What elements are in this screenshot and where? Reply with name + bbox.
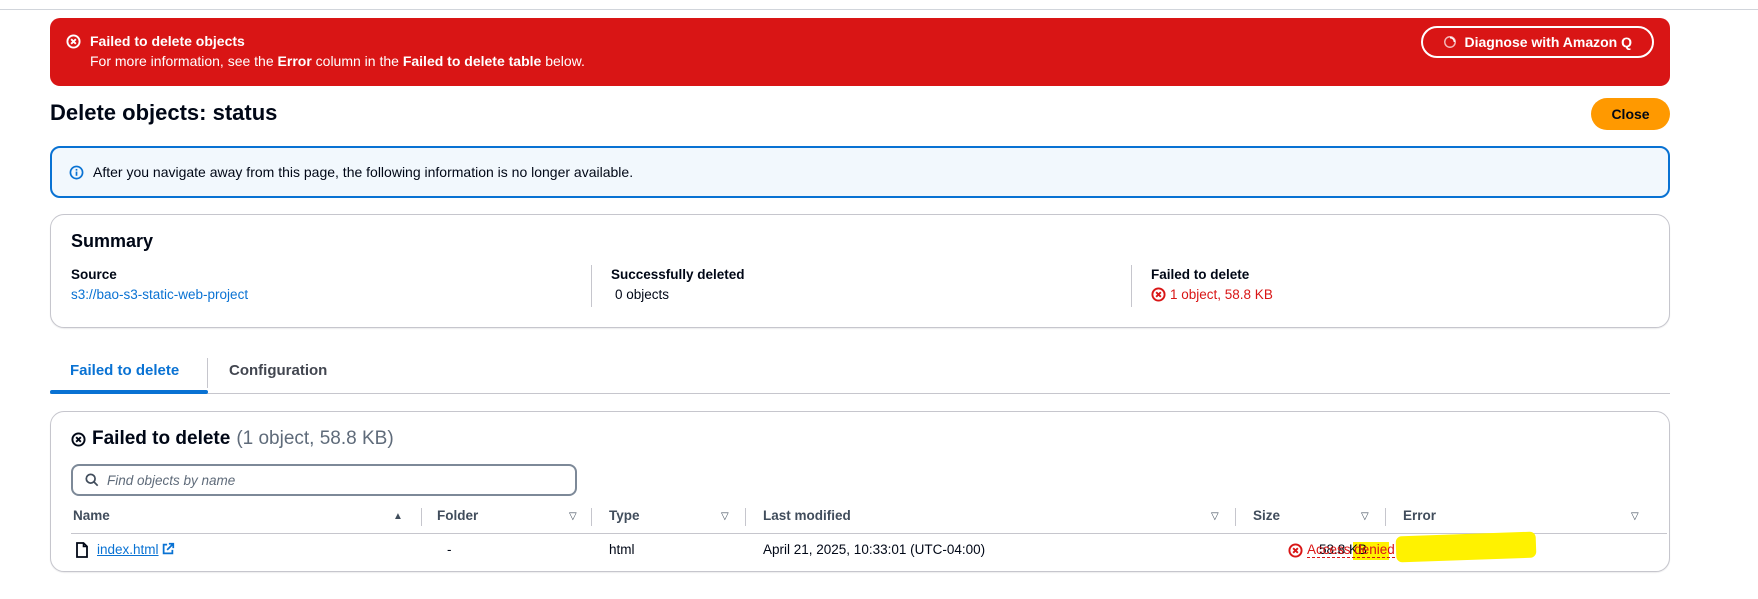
success-label: Successfully deleted [611, 267, 745, 282]
source-link[interactable]: s3://bao-s3-static-web-project [71, 287, 248, 302]
flash-message: For more information, see the Error colu… [90, 53, 585, 69]
error-circle-icon [71, 431, 86, 447]
sort-icon[interactable]: ▽ [1211, 511, 1219, 522]
object-name: index.html [97, 542, 159, 557]
column-resizer[interactable] [1235, 508, 1236, 526]
error-circle-icon [66, 34, 81, 49]
column-header-error[interactable]: Error [1403, 508, 1436, 523]
tab-failed-to-delete[interactable]: Failed to delete [70, 362, 179, 379]
search-icon [85, 473, 99, 487]
flash-message-suffix: below. [541, 53, 585, 69]
sort-icon[interactable]: ▽ [1631, 511, 1639, 522]
success-value: 0 objects [615, 287, 670, 302]
external-link-icon [162, 542, 174, 555]
sort-icon[interactable]: ▽ [1361, 511, 1369, 522]
failed-value: 1 object, 58.8 KB [1151, 287, 1273, 302]
info-alert: After you navigate away from this page, … [50, 146, 1670, 198]
search-input[interactable] [107, 472, 547, 488]
cell-folder: - [447, 542, 452, 557]
failed-value-text: 1 object, 58.8 KB [1170, 287, 1273, 302]
cell-error[interactable]: Access denied [1288, 542, 1395, 558]
file-icon [76, 542, 88, 558]
flash-message-mid: column in the [311, 53, 403, 69]
object-name-link[interactable]: index.html [97, 542, 175, 557]
error-text: Access denied [1307, 542, 1395, 558]
error-circle-icon [1288, 542, 1303, 558]
summary-container: Summary Source s3://bao-s3-static-web-pr… [50, 214, 1670, 328]
column-header-name[interactable]: Name [73, 508, 110, 523]
source-label: Source [71, 267, 117, 282]
cell-last-modified: April 21, 2025, 10:33:01 (UTC-04:00) [763, 542, 986, 557]
search-field[interactable] [71, 464, 577, 496]
cell-type: html [609, 542, 635, 557]
diagnose-label: Diagnose with Amazon Q [1464, 34, 1633, 50]
amazon-q-icon [1443, 36, 1456, 48]
column-header-folder[interactable]: Folder [437, 508, 478, 523]
column-header-size[interactable]: Size [1253, 508, 1280, 523]
diagnose-with-amazon-q-button[interactable]: Diagnose with Amazon Q [1420, 26, 1654, 58]
sort-ascending-icon[interactable]: ▲ [393, 511, 403, 522]
summary-title: Summary [71, 231, 154, 251]
tab-list: Failed to delete Configuration [50, 356, 1670, 394]
sort-icon[interactable]: ▽ [721, 511, 729, 522]
tab-divider [207, 358, 208, 388]
page-title: Delete objects: status [50, 100, 278, 125]
flash-title: Failed to delete objects [90, 33, 245, 49]
column-resizer[interactable] [745, 508, 746, 526]
column-divider [591, 265, 592, 307]
failed-objects-table-container: Failed to delete (1 object, 58.8 KB) Nam… [50, 411, 1670, 572]
flash-message-table-word: Failed to delete table [402, 53, 542, 69]
active-tab-indicator [50, 390, 208, 394]
header-divider [71, 533, 1667, 534]
column-resizer[interactable] [421, 508, 422, 526]
column-header-type[interactable]: Type [609, 508, 640, 523]
info-icon [69, 165, 84, 180]
sort-icon[interactable]: ▽ [569, 511, 577, 522]
error-flash-banner: Failed to delete objects For more inform… [50, 18, 1670, 86]
summary-source: Source s3://bao-s3-static-web-project [71, 267, 248, 302]
flash-message-prefix: For more information, see the [90, 53, 278, 69]
column-resizer[interactable] [591, 508, 592, 526]
info-text: After you navigate away from this page, … [93, 164, 634, 180]
tab-configuration[interactable]: Configuration [229, 362, 327, 379]
flash-message-error-word: Error [277, 53, 312, 69]
top-divider [0, 9, 1758, 10]
failed-table-count: (1 object, 58.8 KB) [236, 428, 394, 449]
column-header-last-modified[interactable]: Last modified [763, 508, 851, 523]
summary-failed: Failed to delete 1 object, 58.8 KB [1151, 267, 1273, 302]
column-divider [1131, 265, 1132, 307]
table-row: index.html [97, 542, 175, 557]
summary-success: Successfully deleted 0 objects [611, 267, 745, 302]
error-circle-icon [1151, 287, 1166, 302]
failed-label: Failed to delete [1151, 267, 1250, 282]
highlight-mark [1395, 531, 1537, 563]
failed-table-title: Failed to delete [92, 428, 231, 449]
failed-table-header: Failed to delete (1 object, 58.8 KB) [71, 428, 394, 450]
column-resizer[interactable] [1385, 508, 1386, 526]
close-button[interactable]: Close [1591, 98, 1670, 130]
